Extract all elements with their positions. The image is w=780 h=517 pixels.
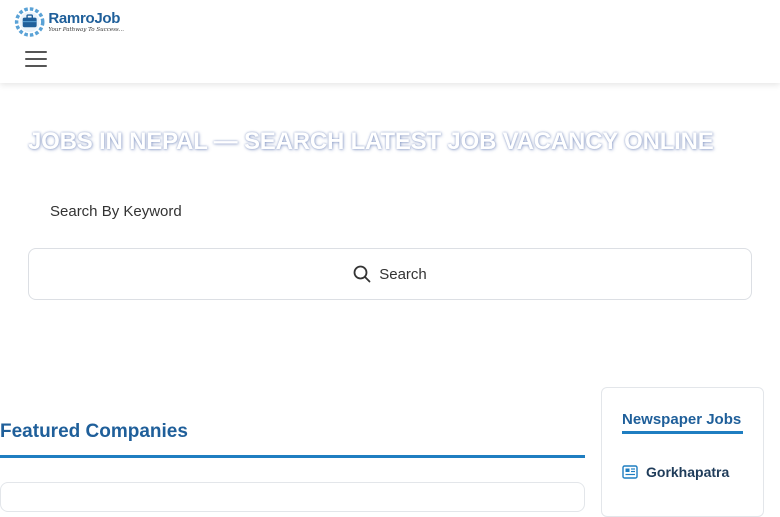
newspaper-icon [622,465,638,479]
sidebar-item-gorkhapatra[interactable]: Gorkhapatra [622,464,743,480]
hero-title: Jobs in Nepal — Search Latest Job Vacanc… [28,128,768,156]
hamburger-menu-icon [25,51,47,67]
brand-tagline: Your Pathway To Success... [48,26,124,33]
newspaper-jobs-card: Newspaper Jobs Gorkhapatra [601,387,764,517]
navbar-toggle-button[interactable] [20,46,52,72]
hero-title-main: Jobs in Nepal — [28,128,244,155]
featured-companies-header: Featured Companies [0,421,585,458]
search-keyword-label[interactable]: Search By Keyword [50,203,182,220]
search-icon [353,265,371,283]
newspaper-jobs-title: Newspaper Jobs [622,410,743,434]
featured-companies-title: Featured Companies [0,421,188,442]
featured-company-card[interactable] [0,482,585,512]
logo-text: RamroJob Your Pathway To Success... [48,11,124,34]
sidebar-item-label: Gorkhapatra [646,464,730,480]
search-button[interactable]: Search [28,248,752,300]
hero-title-accent: Search Latest Job Vacancy Online [243,128,714,155]
logo-briefcase-icon [14,7,45,37]
brand-name: RamroJob [48,9,121,27]
site-logo[interactable]: RamroJob Your Pathway To Success... [14,4,124,40]
top-navbar: RamroJob Your Pathway To Success... [0,0,780,83]
search-button-label: Search [379,265,427,283]
